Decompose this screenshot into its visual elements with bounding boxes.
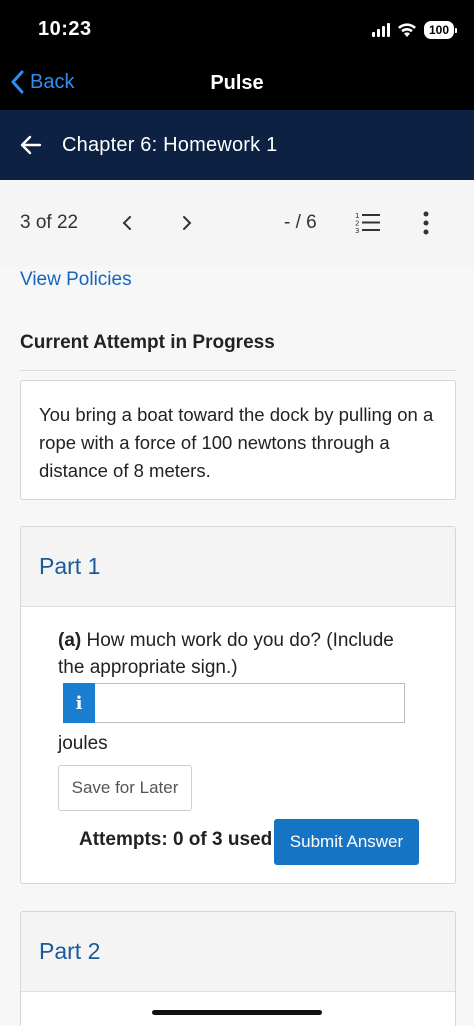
answer-row: i bbox=[63, 683, 405, 723]
content-area: View Policies Current Attempt in Progres… bbox=[0, 266, 474, 1026]
numbered-list-icon: 1 2 3 bbox=[355, 212, 380, 235]
question-text: (a) How much work do you do? (Include th… bbox=[58, 627, 418, 681]
svg-text:3: 3 bbox=[355, 227, 359, 235]
question-navigation: 3 of 22 - / 6 1 2 3 bbox=[0, 180, 474, 266]
question-prompt: How much work do you do? (Include the ap… bbox=[58, 630, 394, 678]
info-button[interactable]: i bbox=[63, 683, 95, 723]
question-label: (a) bbox=[58, 630, 82, 651]
part-1-title: Part 1 bbox=[21, 527, 455, 607]
unit-label: joules bbox=[58, 733, 108, 754]
chevron-right-icon bbox=[183, 216, 192, 230]
next-question-button[interactable] bbox=[175, 208, 199, 238]
more-options-button[interactable] bbox=[414, 208, 438, 238]
chapter-title: Chapter 6: Homework 1 bbox=[62, 133, 278, 156]
attempt-heading: Current Attempt in Progress bbox=[20, 332, 275, 353]
more-vertical-icon bbox=[423, 211, 429, 235]
part-2-card: Part 2 bbox=[20, 911, 456, 1026]
chapter-header: Chapter 6: Homework 1 bbox=[0, 110, 474, 180]
part-1-card: Part 1 (a) How much work do you do? (Inc… bbox=[20, 526, 456, 884]
question-score: - / 6 bbox=[284, 212, 317, 233]
previous-question-button[interactable] bbox=[115, 208, 139, 238]
save-for-later-button[interactable]: Save for Later bbox=[58, 765, 192, 811]
battery-icon: 100 bbox=[423, 21, 458, 39]
nav-title: Pulse bbox=[210, 72, 264, 94]
problem-text: You bring a boat toward the dock by pull… bbox=[39, 404, 434, 481]
part-2-title: Part 2 bbox=[21, 912, 455, 992]
chapter-back-button[interactable] bbox=[20, 133, 44, 157]
chevron-left-icon bbox=[122, 216, 131, 230]
attempts-count: Attempts: 0 of 3 used bbox=[79, 829, 273, 850]
view-policies-link[interactable]: View Policies bbox=[20, 269, 132, 291]
info-icon: i bbox=[75, 692, 83, 714]
answer-input[interactable] bbox=[95, 683, 405, 723]
submit-answer-button[interactable]: Submit Answer bbox=[274, 819, 419, 865]
home-indicator[interactable] bbox=[152, 1010, 322, 1015]
wifi-icon bbox=[397, 23, 416, 37]
question-position: 3 of 22 bbox=[20, 212, 79, 233]
problem-statement: You bring a boat toward the dock by pull… bbox=[20, 380, 456, 500]
signal-icon bbox=[371, 23, 390, 37]
status-bar: 10:23 100 bbox=[0, 0, 474, 58]
nav-bar: Back Pulse bbox=[0, 58, 474, 110]
arrow-left-icon bbox=[20, 135, 42, 155]
question-list-button[interactable]: 1 2 3 bbox=[354, 210, 382, 236]
status-time: 10:23 bbox=[38, 18, 92, 40]
divider bbox=[20, 370, 456, 371]
status-icons: 100 bbox=[371, 19, 458, 41]
